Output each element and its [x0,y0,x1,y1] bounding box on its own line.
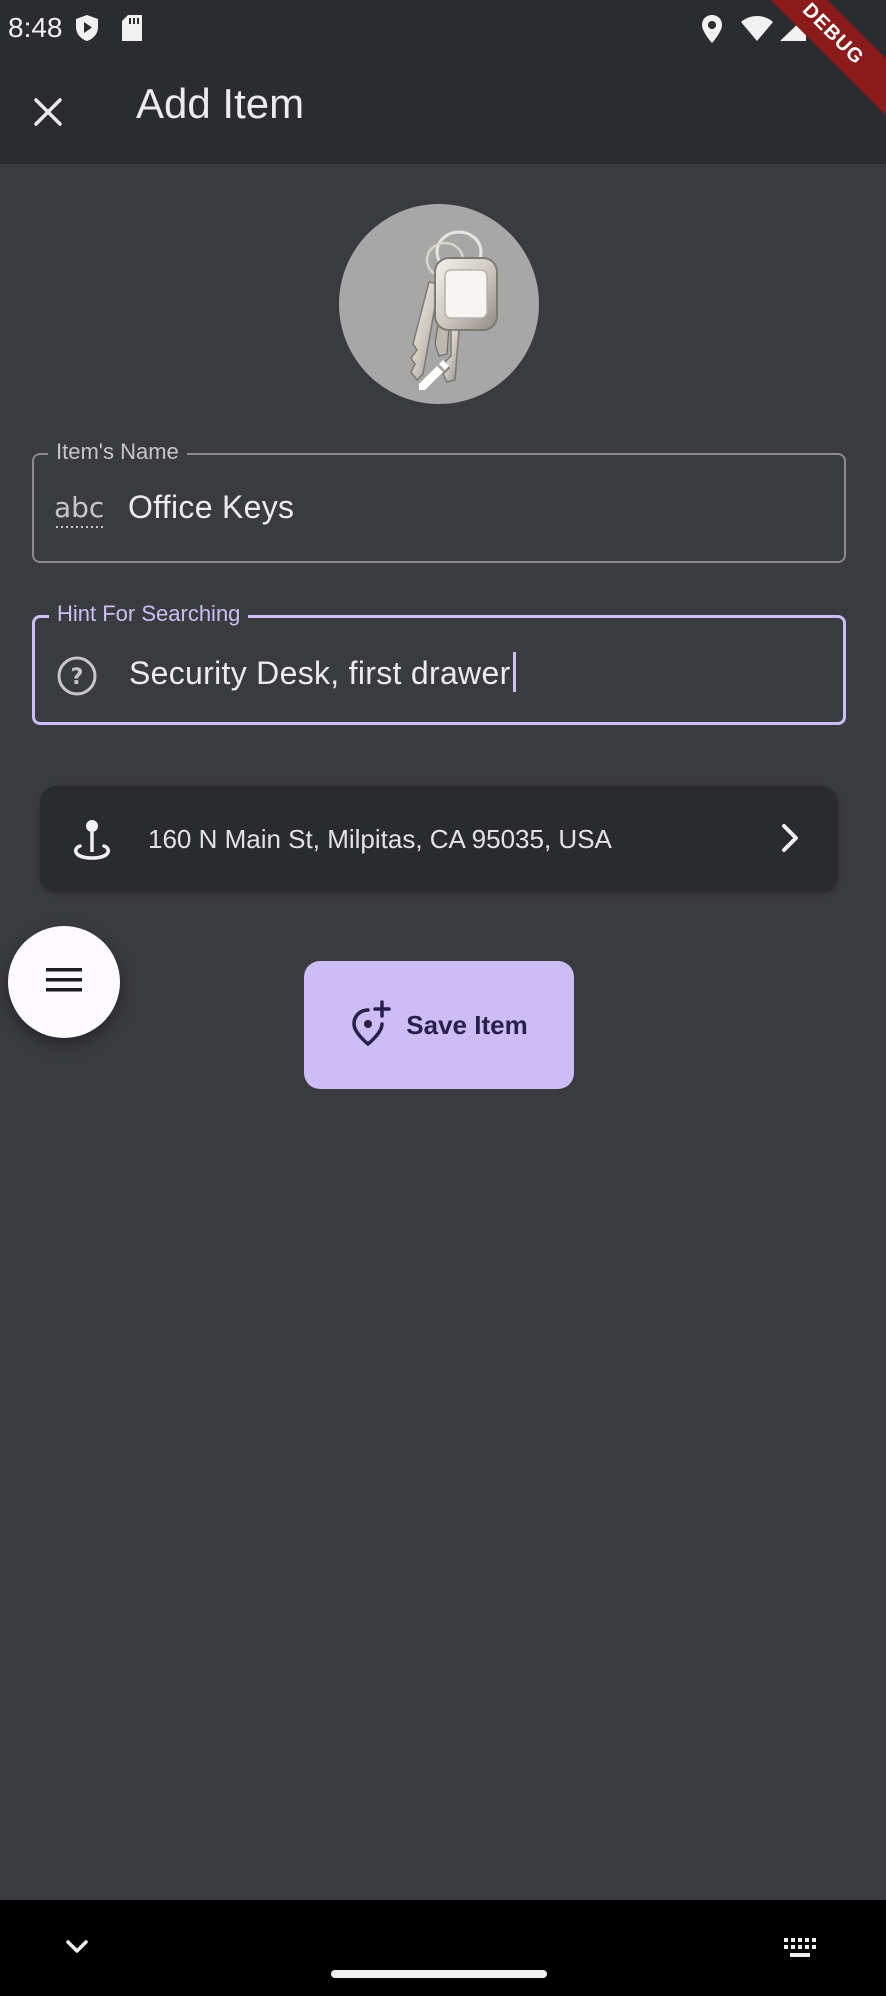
abc-icon: abc [54,491,106,536]
status-bar: 8:48 [0,0,886,56]
menu-button[interactable] [8,926,120,1038]
close-button[interactable] [20,86,76,142]
chevron-down-icon[interactable] [62,1936,92,1963]
location-icon [700,14,724,49]
close-icon [32,96,64,133]
home-handle[interactable] [331,1970,547,1978]
pin-drop-icon [70,818,114,869]
item-image-button[interactable] [339,204,539,404]
save-item-button[interactable]: Save Item [304,961,574,1089]
status-time: 8:48 [8,12,63,43]
hint-field[interactable]: Hint For Searching ? Security Desk, firs… [32,601,846,725]
location-card[interactable]: 160 N Main St, Milpitas, CA 95035, USA [40,786,838,892]
sd-card-icon [120,14,144,47]
text-cursor [512,652,516,692]
hint-input[interactable]: Security Desk, first drawer [129,652,516,692]
item-name-field[interactable]: Item's Name abc Office Keys [32,439,846,563]
wifi-icon [740,14,774,47]
app-bar: Add Item [0,56,886,164]
item-name-label: Item's Name [48,439,187,465]
pencil-icon [413,354,453,399]
hint-label: Hint For Searching [49,601,249,627]
item-name-value: Office Keys [128,489,295,525]
shield-play-icon [74,14,100,47]
hint-value: Security Desk, first drawer [129,655,511,691]
menu-icon [44,965,84,1000]
help-circle-icon: ? [55,654,99,703]
chevron-right-icon [778,822,802,859]
add-location-icon [350,999,392,1051]
page-title: Add Item [136,80,305,127]
save-item-label: Save Item [406,1009,528,1040]
keyboard-icon[interactable] [782,1936,818,1965]
svg-text:abc: abc [54,491,104,524]
svg-text:?: ? [71,665,84,690]
location-address: 160 N Main St, Milpitas, CA 95035, USA [148,824,612,854]
system-nav-bar [0,1900,886,1996]
